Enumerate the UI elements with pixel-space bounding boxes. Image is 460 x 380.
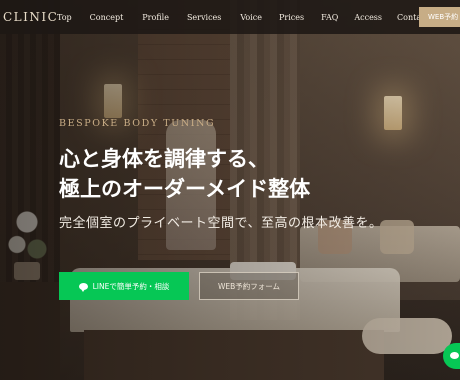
nav-link-faq[interactable]: FAQ [321,13,338,22]
web-reservation-form-label: WEB予約フォーム [217,281,281,291]
site-logo[interactable]: CLINIC [3,10,57,24]
hero-headline-line2: 極上のオーダーメイド整体 [59,176,311,201]
main-nav: Top Concept Profile Services Voice Price… [53,0,429,34]
nav-link-services[interactable]: Services [187,13,221,22]
nav-link-access[interactable]: Access [354,13,382,22]
header-web-reservation-button[interactable]: WEB予約 [419,7,460,27]
hero-headline: 心と身体を調律する、 極上のオーダーメイド整体 [59,144,310,204]
line-reservation-label: LINEで簡単予約・相談 [92,281,170,291]
line-reservation-button[interactable]: LINEで簡単予約・相談 [59,272,189,300]
chat-bubble-icon [78,282,88,292]
nav-link-profile[interactable]: Profile [142,13,169,22]
nav-link-top[interactable]: Top [57,13,72,22]
hero-subtext: 完全個室のプライベート空間で、至高の根本改善を。 [59,216,383,231]
web-reservation-form-button[interactable]: WEB予約フォーム [199,272,299,300]
nav-link-concept[interactable]: Concept [90,13,124,22]
nav-link-prices[interactable]: Prices [279,13,304,22]
hero-eyebrow: BESPOKE BODY TUNING [59,118,216,129]
nav-link-voice[interactable]: Voice [240,13,262,22]
hero-headline-line1: 心と身体を調律する、 [59,146,269,171]
chat-bubble-icon [450,352,459,359]
site-header: CLINIC Top Concept Profile Services Voic… [0,0,460,34]
